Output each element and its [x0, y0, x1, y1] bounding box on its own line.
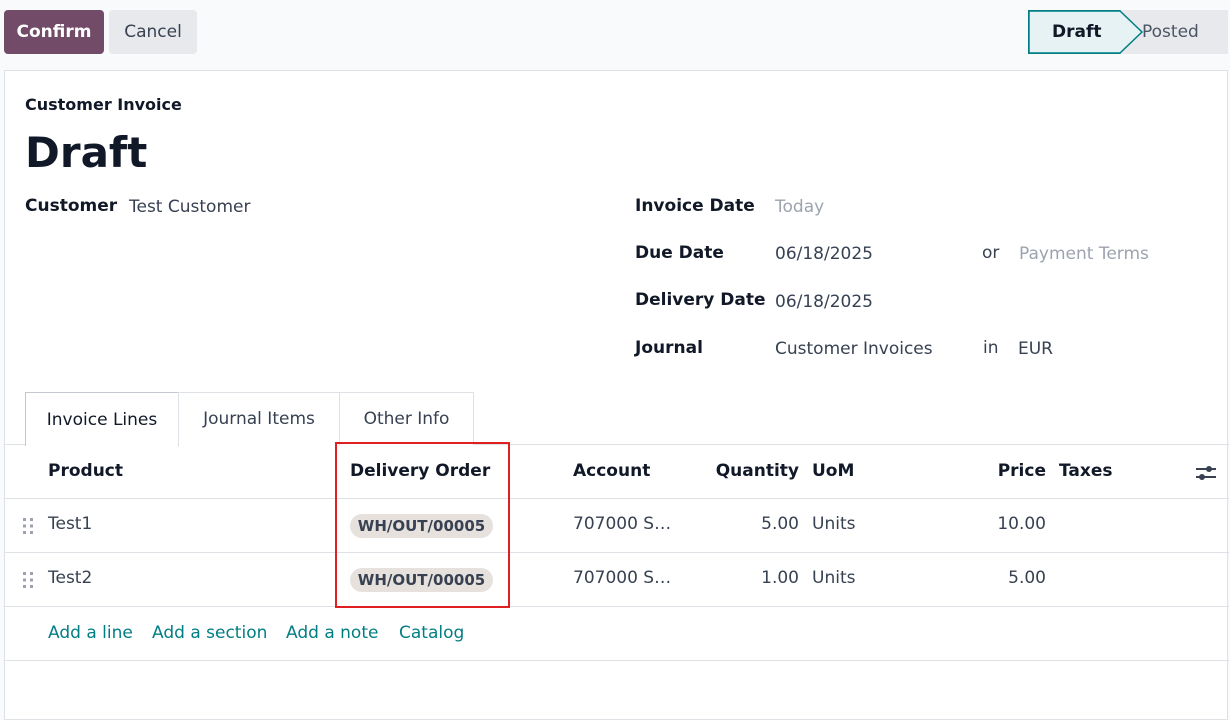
cell-price[interactable]: 10.00 — [945, 514, 1046, 534]
due-date-field[interactable]: 06/18/2025 — [775, 244, 873, 264]
or-text: or — [982, 243, 1000, 263]
sliders-icon[interactable] — [1195, 463, 1217, 483]
column-header-product[interactable]: Product — [48, 461, 123, 481]
column-header-delivery-order[interactable]: Delivery Order — [350, 461, 490, 481]
invoice-lines-header: Product Delivery Order Account Quantity … — [5, 445, 1229, 499]
catalog-link[interactable]: Catalog — [399, 623, 464, 643]
invoice-date-label: Invoice Date — [635, 196, 755, 216]
add-note-link[interactable]: Add a note — [286, 623, 378, 643]
invoice-date-field[interactable]: Today — [775, 197, 824, 217]
cell-quantity[interactable]: 1.00 — [699, 568, 799, 588]
table-row[interactable]: Test1 WH/OUT/00005 707000 S… 5.00 Units … — [5, 499, 1229, 553]
cell-account[interactable]: 707000 S… — [573, 568, 671, 588]
delivery-order-tag[interactable]: WH/OUT/00005 — [350, 568, 493, 592]
table-row[interactable]: Test2 WH/OUT/00005 707000 S… 1.00 Units … — [5, 553, 1229, 607]
currency-field[interactable]: EUR — [1018, 339, 1053, 359]
in-text: in — [983, 338, 999, 358]
add-section-link[interactable]: Add a section — [152, 623, 267, 643]
status-stage-draft[interactable]: Draft — [1028, 10, 1142, 54]
cell-account[interactable]: 707000 S… — [573, 514, 671, 534]
customer-label: Customer — [25, 196, 118, 216]
column-header-uom[interactable]: UoM — [812, 461, 854, 481]
column-header-taxes[interactable]: Taxes — [1059, 461, 1113, 481]
delivery-order-tag[interactable]: WH/OUT/00005 — [350, 514, 493, 538]
column-header-price[interactable]: Price — [945, 461, 1046, 481]
control-panel: Confirm Cancel Posted Draft — [0, 0, 1230, 70]
tab-other-info[interactable]: Other Info — [339, 392, 474, 445]
due-date-label: Due Date — [635, 243, 724, 263]
document-name: Draft — [25, 128, 148, 177]
tab-journal-items[interactable]: Journal Items — [178, 392, 340, 445]
add-line-row: Add a line Add a section Add a note Cata… — [5, 607, 1229, 661]
tab-invoice-lines[interactable]: Invoice Lines — [25, 392, 179, 446]
drag-handle-icon[interactable] — [21, 571, 35, 589]
delivery-date-field[interactable]: 06/18/2025 — [775, 292, 873, 312]
payment-terms-field[interactable]: Payment Terms — [1019, 244, 1149, 264]
cancel-button[interactable]: Cancel — [109, 10, 197, 54]
notebook-tabs: Invoice Lines Journal Items Other Info — [5, 392, 1229, 446]
cell-price[interactable]: 5.00 — [945, 568, 1046, 588]
cell-uom[interactable]: Units — [812, 568, 855, 588]
add-line-link[interactable]: Add a line — [48, 623, 133, 643]
customer-field[interactable]: Test Customer — [129, 197, 250, 217]
journal-field[interactable]: Customer Invoices — [775, 339, 933, 359]
drag-handle-icon[interactable] — [21, 517, 35, 535]
status-stage-label: Posted — [1142, 22, 1199, 42]
status-bar: Posted Draft — [1028, 10, 1228, 54]
tab-label: Other Info — [363, 409, 450, 429]
status-stage-label: Draft — [1052, 22, 1102, 42]
cell-product[interactable]: Test2 — [48, 568, 92, 588]
confirm-button[interactable]: Confirm — [4, 10, 104, 54]
tab-label: Invoice Lines — [46, 409, 158, 430]
cell-product[interactable]: Test1 — [48, 514, 92, 534]
column-header-quantity[interactable]: Quantity — [699, 461, 799, 481]
column-header-account[interactable]: Account — [573, 461, 650, 481]
cell-quantity[interactable]: 5.00 — [699, 514, 799, 534]
cell-uom[interactable]: Units — [812, 514, 855, 534]
delivery-date-label: Delivery Date — [635, 290, 766, 310]
journal-label: Journal — [635, 338, 703, 358]
invoice-form-sheet: Customer Invoice Draft Customer Test Cus… — [4, 70, 1229, 720]
document-type: Customer Invoice — [25, 95, 182, 114]
tab-label: Journal Items — [203, 409, 315, 429]
